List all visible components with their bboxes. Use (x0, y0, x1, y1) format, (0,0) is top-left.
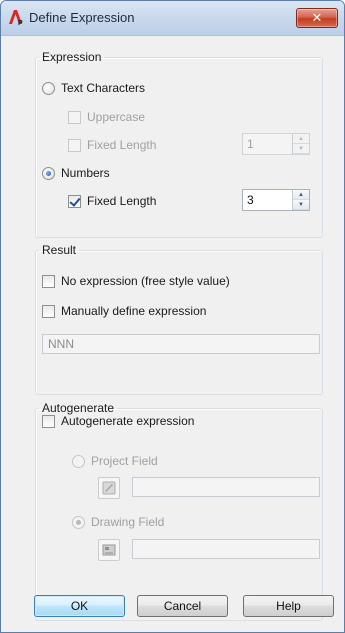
numbers-fixed-length-checkbox[interactable]: Fixed Length (68, 194, 156, 208)
no-expression-label: No expression (free style value) (61, 274, 230, 288)
numbers-radio[interactable]: Numbers (42, 166, 110, 180)
numbers-radio-button[interactable] (42, 166, 55, 180)
numbers-label: Numbers (61, 166, 110, 180)
close-button[interactable]: ✕ (296, 8, 338, 28)
project-field-label: Project Field (91, 454, 158, 468)
spin-up-icon[interactable]: ▲ (293, 190, 309, 200)
drawing-field-picker-icon (102, 544, 116, 556)
text-fixed-length-spinner[interactable]: 1 ▲ ▼ (242, 133, 310, 155)
drawing-field-input[interactable] (132, 539, 320, 559)
autogenerate-legend: Autogenerate (42, 401, 115, 415)
expression-legend: Expression (42, 50, 102, 64)
spin-up-icon[interactable]: ▲ (293, 134, 309, 144)
no-expression-checkbox[interactable]: No expression (free style value) (42, 274, 230, 288)
text-fixed-length-label: Fixed Length (87, 138, 157, 152)
numbers-fixed-length-arrows[interactable]: ▲ ▼ (292, 190, 309, 210)
text-characters-radio[interactable]: Text Characters (42, 81, 145, 95)
uppercase-label: Uppercase (87, 110, 146, 124)
text-fixed-length-check[interactable] (68, 138, 81, 152)
drawing-field-label: Drawing Field (91, 515, 165, 529)
uppercase-check[interactable] (68, 110, 81, 124)
spin-down-icon[interactable]: ▼ (293, 144, 309, 154)
cancel-button[interactable]: Cancel (137, 595, 228, 617)
no-expression-check[interactable] (42, 274, 55, 288)
project-field-radio-button[interactable] (72, 454, 85, 468)
text-characters-radio-button[interactable] (42, 81, 55, 95)
manual-expression-label: Manually define expression (61, 304, 207, 318)
text-fixed-length-value[interactable]: 1 (243, 137, 292, 151)
dialog-body: Expression Text Characters Uppercase Fix… (1, 36, 344, 632)
numbers-fixed-length-value[interactable]: 3 (243, 193, 292, 207)
autogenerate-expression-checkbox[interactable]: Autogenerate expression (42, 414, 194, 428)
spin-down-icon[interactable]: ▼ (293, 200, 309, 210)
drawing-field-radio[interactable]: Drawing Field (72, 515, 164, 529)
close-icon: ✕ (311, 10, 323, 25)
uppercase-checkbox[interactable]: Uppercase (68, 110, 145, 124)
numbers-fixed-length-label: Fixed Length (87, 194, 157, 208)
autogenerate-group: Autogenerate (35, 401, 323, 621)
numbers-fixed-length-spinner[interactable]: 3 ▲ ▼ (242, 189, 310, 211)
text-fixed-length-checkbox[interactable]: Fixed Length (68, 138, 156, 152)
define-expression-dialog: P Define Expression ✕ Expression Text Ch… (0, 0, 345, 633)
manual-expression-checkbox[interactable]: Manually define expression (42, 304, 206, 318)
drawing-field-radio-button[interactable] (72, 515, 85, 529)
expression-value-field[interactable]: NNN (42, 334, 320, 354)
autogenerate-expression-check[interactable] (42, 414, 55, 428)
dialog-title: Define Expression (29, 10, 135, 25)
drawing-field-picker-button[interactable] (98, 539, 120, 561)
svg-text:P: P (18, 20, 23, 26)
result-group: Result (35, 243, 323, 395)
numbers-fixed-length-check[interactable] (68, 194, 81, 208)
autogenerate-expression-label: Autogenerate expression (61, 414, 195, 428)
ok-button[interactable]: OK (34, 595, 125, 617)
text-characters-label: Text Characters (61, 81, 146, 95)
project-field-picker-button[interactable] (98, 477, 120, 499)
project-field-picker-icon (102, 481, 116, 495)
manual-expression-check[interactable] (42, 304, 55, 318)
help-button[interactable]: Help (243, 595, 334, 617)
result-legend: Result (42, 243, 77, 257)
title-bar[interactable]: P Define Expression ✕ (1, 1, 344, 36)
text-fixed-length-arrows[interactable]: ▲ ▼ (292, 134, 309, 154)
autocad-p-icon: P (9, 10, 23, 26)
project-field-radio[interactable]: Project Field (72, 454, 158, 468)
project-field-input[interactable] (132, 477, 320, 497)
